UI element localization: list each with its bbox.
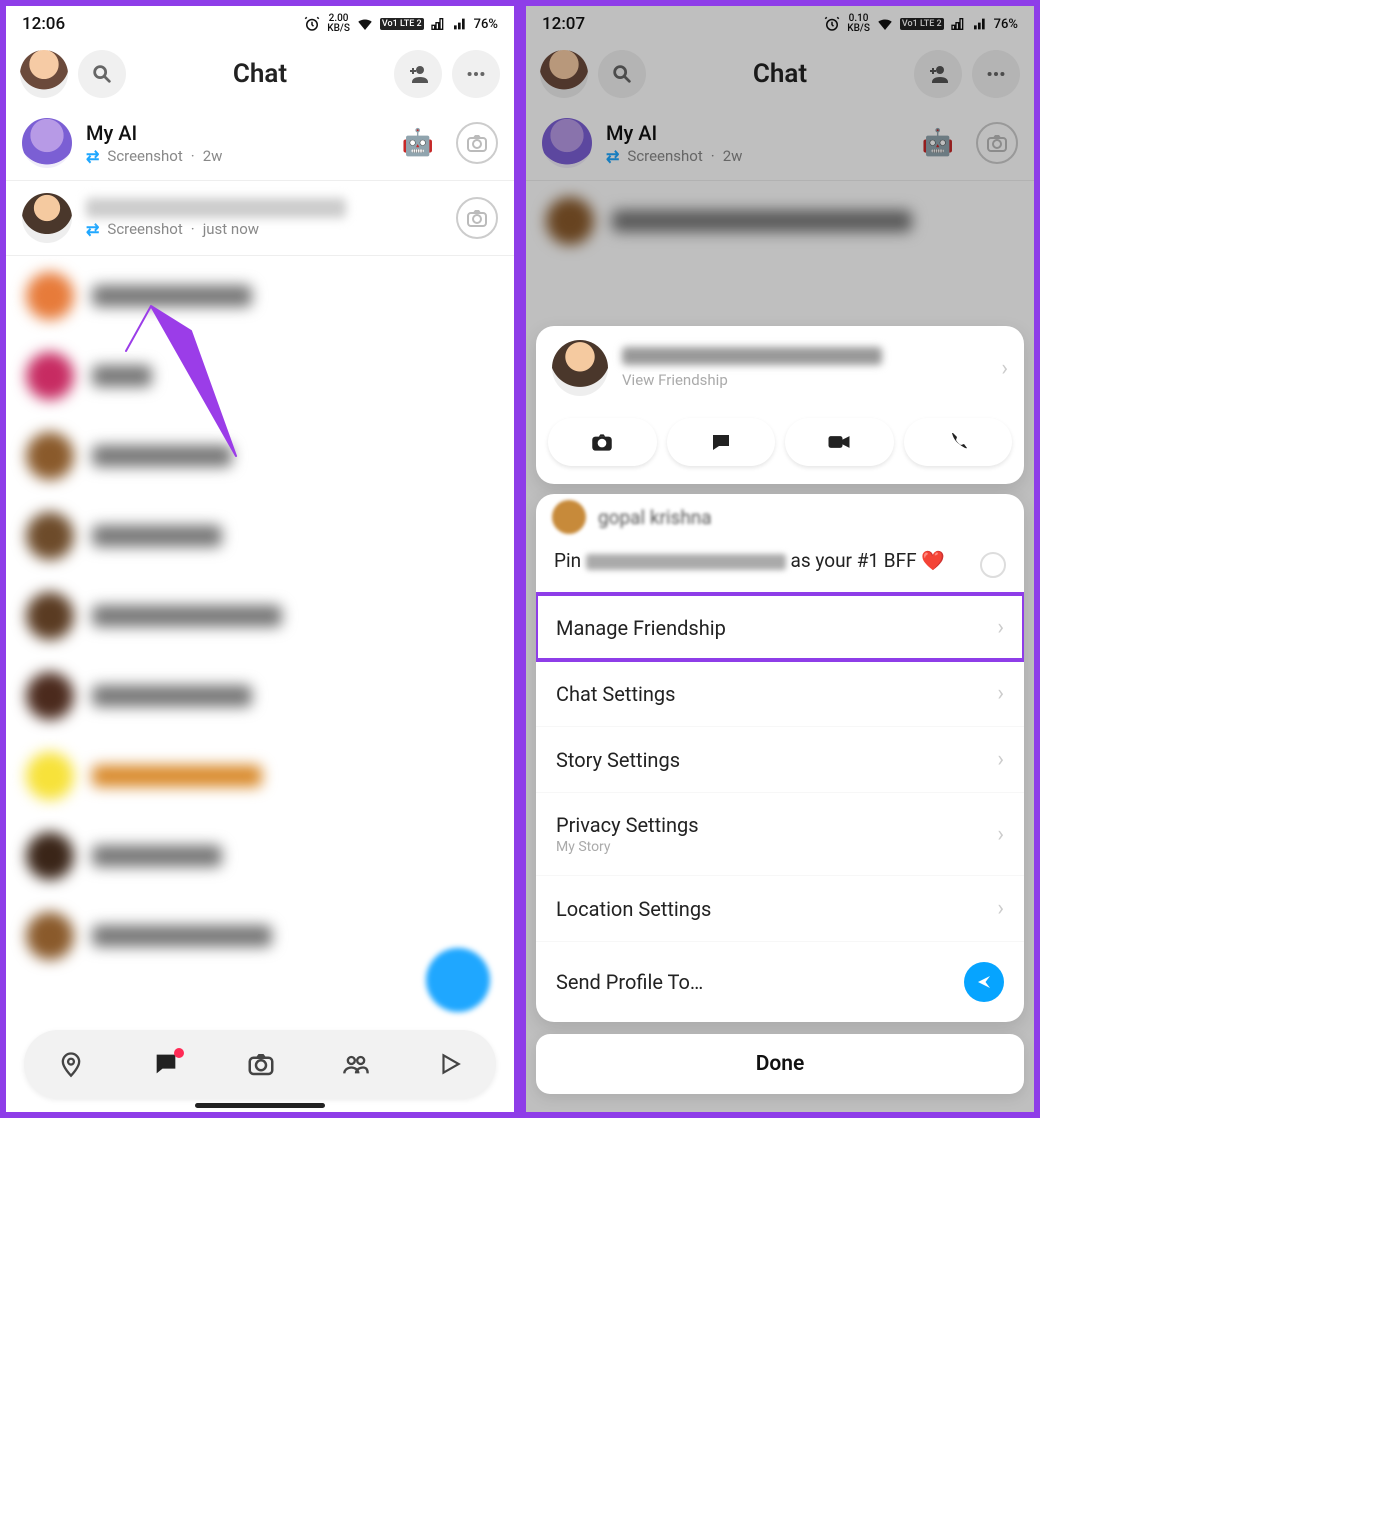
blurred-chat-row <box>526 181 1034 261</box>
profile-avatar[interactable] <box>20 50 68 98</box>
status-bar: 12:07 0.10KB/S Vo1 LTE 2 76% <box>526 6 1034 42</box>
lte-badge: Vo1 LTE 2 <box>380 18 424 31</box>
blurred-chat-row <box>6 496 514 576</box>
chat-name: My AI <box>86 121 388 145</box>
search-button[interactable] <box>598 50 646 98</box>
search-button[interactable] <box>78 50 126 98</box>
signal-icon-2 <box>972 16 988 32</box>
home-indicator <box>195 1103 325 1108</box>
screenshot-right: 12:07 0.10KB/S Vo1 LTE 2 76% <box>520 0 1040 1118</box>
status-text: Screenshot <box>627 147 702 165</box>
alarm-icon <box>823 15 841 33</box>
time-text: just now <box>203 220 259 238</box>
done-button[interactable]: Done <box>536 1034 1024 1094</box>
screenshot-icon: ⇄ <box>86 220 99 239</box>
signal-icon-1 <box>430 16 446 32</box>
blurred-chat-row <box>6 256 514 336</box>
friend-avatar <box>552 340 608 396</box>
alarm-icon <box>303 15 321 33</box>
blurred-chat-row <box>6 336 514 416</box>
chat-row-myai[interactable]: My AI ⇄ Screenshot · 2w 🤖 <box>6 106 514 181</box>
battery-text: 76% <box>994 17 1018 32</box>
nav-chat-icon[interactable] <box>152 1050 180 1078</box>
avatar-myai <box>22 118 72 168</box>
bottom-nav <box>24 1030 496 1098</box>
chevron-right-icon: › <box>1001 356 1008 381</box>
chat-name-blurred <box>86 198 346 218</box>
nav-friends-icon[interactable] <box>342 1050 370 1078</box>
chat-header: Chat <box>526 42 1034 106</box>
screenshot-left: 12:06 2.00KB/S Vo1 LTE 2 76% <box>0 0 520 1118</box>
chevron-right-icon: › <box>997 747 1004 772</box>
action-video[interactable] <box>785 418 894 466</box>
nav-play-icon[interactable] <box>437 1051 463 1077</box>
avatar-friend <box>22 193 72 243</box>
pin-bff-row[interactable]: Pin as your #1 BFF ❤️ <box>536 536 1024 594</box>
new-chat-fab[interactable] <box>426 948 490 1012</box>
chevron-right-icon: › <box>997 896 1004 921</box>
chat-row-friend[interactable]: ⇄ Screenshot · just now <box>6 181 514 256</box>
camera-button[interactable] <box>456 122 498 164</box>
more-button[interactable] <box>972 50 1020 98</box>
chevron-right-icon: › <box>997 615 1004 640</box>
view-friendship-label: View Friendship <box>622 371 987 389</box>
add-friend-button[interactable] <box>394 50 442 98</box>
manage-friendship-row[interactable]: Manage Friendship › <box>536 594 1024 660</box>
screenshot-icon: ⇄ <box>86 147 99 166</box>
status-text: Screenshot <box>107 220 182 238</box>
blurred-chat-row <box>6 736 514 816</box>
blurred-chat-row <box>6 656 514 736</box>
screenshot-icon: ⇄ <box>606 147 619 166</box>
more-button[interactable] <box>452 50 500 98</box>
send-icon[interactable] <box>964 962 1004 1002</box>
pin-radio[interactable] <box>980 552 1006 578</box>
signal-icon-1 <box>950 16 966 32</box>
action-chat[interactable] <box>667 418 776 466</box>
action-camera[interactable] <box>548 418 657 466</box>
clock: 12:07 <box>542 14 585 34</box>
friend-action-sheet: View Friendship › <box>526 316 1034 1112</box>
nav-camera-icon[interactable] <box>246 1049 276 1079</box>
clock: 12:06 <box>22 14 65 34</box>
action-call[interactable] <box>904 418 1013 466</box>
send-profile-row[interactable]: Send Profile To… <box>536 941 1024 1022</box>
blurred-context-row: gopal krishna <box>536 494 1024 536</box>
pin-name-blurred <box>586 554 786 570</box>
camera-button[interactable] <box>976 122 1018 164</box>
nav-map-icon[interactable] <box>57 1050 85 1078</box>
profile-avatar[interactable] <box>540 50 588 98</box>
page-title: Chat <box>233 59 287 89</box>
status-text: Screenshot <box>107 147 182 165</box>
wifi-icon <box>356 15 374 33</box>
chat-name: My AI <box>606 121 908 145</box>
status-bar: 12:06 2.00KB/S Vo1 LTE 2 76% <box>6 6 514 42</box>
friend-name-blurred <box>622 347 882 365</box>
lte-badge: Vo1 LTE 2 <box>900 18 944 31</box>
time-text: 2w <box>723 147 743 165</box>
chevron-right-icon: › <box>997 822 1004 847</box>
signal-icon-2 <box>452 16 468 32</box>
battery-text: 76% <box>474 17 498 32</box>
chat-header: Chat <box>6 42 514 106</box>
time-text: 2w <box>203 147 223 165</box>
story-settings-row[interactable]: Story Settings › <box>536 726 1024 792</box>
blurred-chat-row <box>6 576 514 656</box>
privacy-settings-row[interactable]: Privacy Settings My Story › <box>536 792 1024 875</box>
chat-settings-row[interactable]: Chat Settings › <box>536 660 1024 726</box>
chat-row-myai[interactable]: My AI ⇄ Screenshot · 2w 🤖 <box>526 106 1034 181</box>
network-speed: 0.10KB/S <box>847 14 870 34</box>
location-settings-row[interactable]: Location Settings › <box>536 875 1024 941</box>
avatar-myai <box>542 118 592 168</box>
view-friendship-row[interactable]: View Friendship › <box>536 326 1024 410</box>
add-friend-button[interactable] <box>914 50 962 98</box>
wifi-icon <box>876 15 894 33</box>
network-speed: 2.00KB/S <box>327 14 350 34</box>
robot-icon: 🤖 <box>402 128 434 158</box>
blurred-chat-row <box>6 416 514 496</box>
page-title: Chat <box>753 59 807 89</box>
camera-button[interactable] <box>456 197 498 239</box>
robot-icon: 🤖 <box>922 128 954 158</box>
chevron-right-icon: › <box>997 681 1004 706</box>
blurred-chat-row <box>6 816 514 896</box>
